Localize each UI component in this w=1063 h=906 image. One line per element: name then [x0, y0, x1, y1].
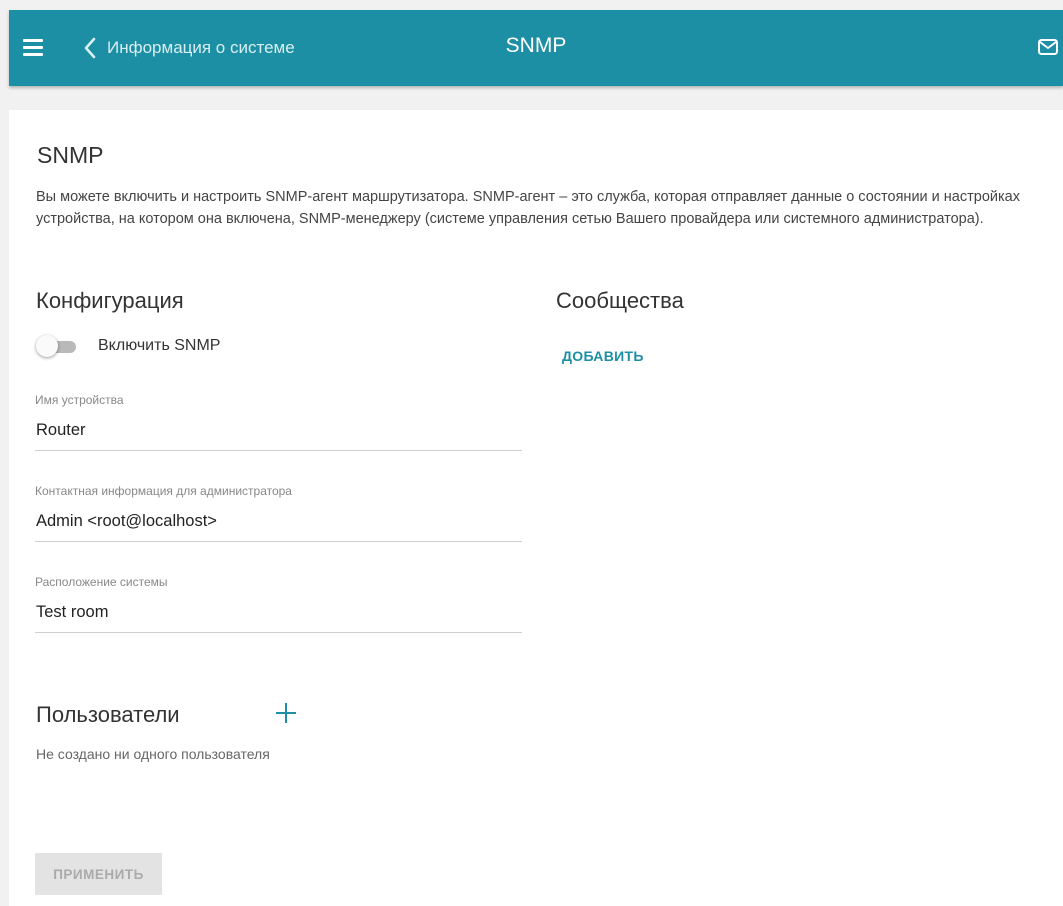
system-location-label: Расположение системы	[35, 575, 168, 589]
section-title: SNMP	[37, 142, 104, 168]
device-name-field: Имя устройства	[35, 393, 522, 451]
device-name-label: Имя устройства	[35, 393, 124, 407]
system-location-input[interactable]	[35, 595, 522, 633]
configuration-title: Конфигурация	[36, 288, 184, 313]
mail-envelope-icon[interactable]	[1037, 36, 1059, 58]
chevron-left-icon	[83, 35, 103, 61]
plus-icon[interactable]	[275, 702, 297, 724]
no-users-note: Не создано ни одного пользователя	[36, 746, 270, 762]
admin-contact-input[interactable]	[35, 504, 522, 542]
communities-title: Сообщества	[556, 288, 684, 313]
enable-snmp-toggle[interactable]	[36, 334, 78, 358]
add-community-button[interactable]: ДОБАВИТЬ	[562, 348, 644, 364]
toggle-knob	[36, 335, 58, 357]
back-link[interactable]: Информация о системе	[83, 35, 295, 61]
content-card: SNMP Вы можете включить и настроить SNMP…	[9, 110, 1063, 906]
back-link-label: Информация о системе	[107, 38, 295, 57]
top-bar: Информация о системе SNMP	[9, 10, 1063, 86]
device-name-input[interactable]	[35, 413, 522, 451]
apply-button[interactable]: ПРИМЕНИТЬ	[35, 853, 162, 895]
admin-contact-label: Контактная информация для администратора	[35, 484, 292, 498]
enable-snmp-toggle-row[interactable]: Включить SNMP	[36, 334, 220, 358]
users-title: Пользователи	[36, 702, 180, 727]
hamburger-menu-icon[interactable]	[23, 39, 43, 57]
admin-contact-field: Контактная информация для администратора	[35, 484, 522, 542]
system-location-field: Расположение системы	[35, 575, 522, 633]
section-description: Вы можете включить и настроить SNMP-аген…	[36, 189, 1020, 227]
enable-snmp-label: Включить SNMP	[98, 337, 221, 354]
page: Информация о системе SNMP SNMP Вы можете…	[0, 0, 1063, 906]
